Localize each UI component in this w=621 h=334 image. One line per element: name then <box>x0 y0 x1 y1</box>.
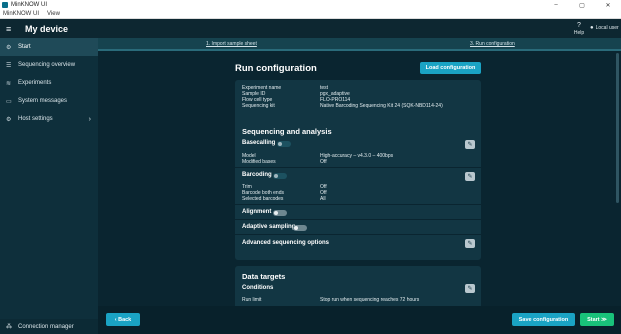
step-run-configuration[interactable]: 3. Run configuration <box>470 41 515 47</box>
sidebar-item-label: Host settings <box>18 116 53 122</box>
connection-icon: ⁂ <box>6 324 12 330</box>
page-title: My device <box>25 23 69 34</box>
adaptive-sampling-label: Adaptive sampling <box>242 224 296 230</box>
close-button[interactable]: ✕ <box>595 0 621 10</box>
conditions-edit-button[interactable]: ✎ <box>465 284 475 293</box>
user-menu[interactable]: ● Local user <box>590 25 619 31</box>
adaptive-sampling-toggle[interactable] <box>293 225 307 231</box>
run-configuration-content: Run configuration Load configuration Exp… <box>98 51 621 334</box>
pencil-icon: ✎ <box>467 142 473 148</box>
sidebar-item-label: Start <box>18 44 31 50</box>
selected-barcodes-value: All <box>320 196 326 202</box>
sidebar: ⚙ Start ☰ Sequencing overview ≋ Experime… <box>0 38 98 334</box>
sidebar-item-system-messages[interactable]: ▭ System messages <box>0 92 98 110</box>
user-icon: ● <box>590 25 594 31</box>
gear-icon: ⚙ <box>6 44 12 51</box>
divider <box>235 167 481 168</box>
barcoding-edit-button[interactable]: ✎ <box>465 172 475 181</box>
start-button[interactable]: Start ≫ <box>580 313 614 326</box>
pencil-icon: ✎ <box>467 174 473 180</box>
toggle-knob <box>278 142 282 146</box>
step-progress: 1. Import sample sheet 3. Run configurat… <box>98 38 621 51</box>
basecalling-edit-button[interactable]: ✎ <box>465 140 475 149</box>
sequencing-kit-value: Native Barcoding Sequencing Kit 24 (SQK-… <box>320 103 443 109</box>
sequencing-analysis-title: Sequencing and analysis <box>242 127 332 136</box>
maximize-button[interactable]: ▢ <box>569 0 595 10</box>
user-label: Local user <box>595 25 619 31</box>
save-configuration-button[interactable]: Save configuration <box>512 313 575 326</box>
modified-bases-label: Modified bases <box>242 159 276 165</box>
sidebar-item-label: Sequencing overview <box>18 62 76 68</box>
barcoding-toggle[interactable] <box>273 173 287 179</box>
basecalling-toggle[interactable] <box>277 141 291 147</box>
sidebar-item-experiments[interactable]: ≋ Experiments <box>0 74 98 92</box>
chart-icon: ≋ <box>6 80 12 87</box>
sidebar-item-label: System messages <box>18 98 68 104</box>
advanced-options-edit-button[interactable]: ✎ <box>465 239 475 248</box>
sidebar-item-sequencing-overview[interactable]: ☰ Sequencing overview <box>0 56 98 74</box>
message-icon: ▭ <box>6 98 12 105</box>
sequencing-analysis-card: Sequencing and analysis Basecalling ✎ Mo… <box>235 121 481 260</box>
help-icon: ? <box>577 22 581 29</box>
toggle-knob <box>294 226 298 230</box>
alignment-toggle[interactable] <box>273 210 287 216</box>
window-controls: – ▢ ✕ <box>543 0 621 10</box>
data-targets-title: Data targets <box>242 272 286 281</box>
app-header: ≡ My device ? Help ● Local user <box>0 19 621 38</box>
scrollbar[interactable] <box>615 51 621 306</box>
selected-barcodes-label: Selected barcodes <box>242 196 284 202</box>
toggle-knob <box>274 211 278 215</box>
modified-bases-value: Off <box>320 159 327 165</box>
minimize-button[interactable]: – <box>543 0 569 10</box>
sidebar-item-label: Experiments <box>18 80 52 86</box>
back-button[interactable]: ‹ Back <box>106 313 140 326</box>
window-titlebar: MinKNOW UI – ▢ ✕ <box>0 0 621 10</box>
barcoding-label: Barcoding <box>242 172 272 178</box>
pencil-icon: ✎ <box>467 241 473 247</box>
conditions-label: Conditions <box>242 285 274 291</box>
advanced-options-label: Advanced sequencing options <box>242 240 330 246</box>
settings-icon: ⚙ <box>6 116 12 123</box>
step-import-sample-sheet[interactable]: 1. Import sample sheet <box>206 41 257 47</box>
list-icon: ☰ <box>6 62 12 69</box>
help-button[interactable]: ? Help <box>572 22 586 36</box>
divider <box>235 234 481 235</box>
pencil-icon: ✎ <box>467 286 473 292</box>
basecalling-label: Basecalling <box>242 140 276 146</box>
divider <box>235 219 481 220</box>
menu-collapse-icon[interactable]: ≡ <box>6 24 22 34</box>
scrollbar-thumb[interactable] <box>616 53 619 203</box>
app-icon <box>2 2 8 8</box>
help-label: Help <box>573 30 585 36</box>
alignment-label: Alignment <box>242 209 272 215</box>
run-limit-value: Stop run when sequencing reaches 72 hour… <box>320 297 420 303</box>
chevron-right-icon: › <box>88 115 91 123</box>
connection-manager-button[interactable]: ⁂ Connection manager <box>0 319 98 334</box>
menu-view[interactable]: View <box>47 11 60 17</box>
experiment-summary-card: Experiment name test Sample ID pgx_adapt… <box>235 80 481 126</box>
menu-bar: MinKNOW UI View <box>0 10 621 19</box>
model-value: High-accuracy – v4.3.0 – 400bps <box>320 153 394 159</box>
sidebar-item-start[interactable]: ⚙ Start <box>0 38 98 56</box>
load-configuration-button[interactable]: Load configuration <box>420 62 481 74</box>
run-limit-label: Run limit <box>242 297 262 303</box>
main-panel: 1. Import sample sheet 3. Run configurat… <box>98 38 621 334</box>
section-title: Run configuration <box>235 63 317 74</box>
footer-actions: ‹ Back Save configuration Start ≫ <box>98 306 621 334</box>
sidebar-item-host-settings[interactable]: ⚙ Host settings › <box>0 110 98 128</box>
divider <box>235 204 481 205</box>
window-title: MinKNOW UI <box>11 2 47 8</box>
sequencing-kit-label: Sequencing kit <box>242 103 275 109</box>
toggle-knob <box>274 174 278 178</box>
menu-minknow[interactable]: MinKNOW UI <box>3 11 39 17</box>
connection-manager-label: Connection manager <box>18 323 74 330</box>
